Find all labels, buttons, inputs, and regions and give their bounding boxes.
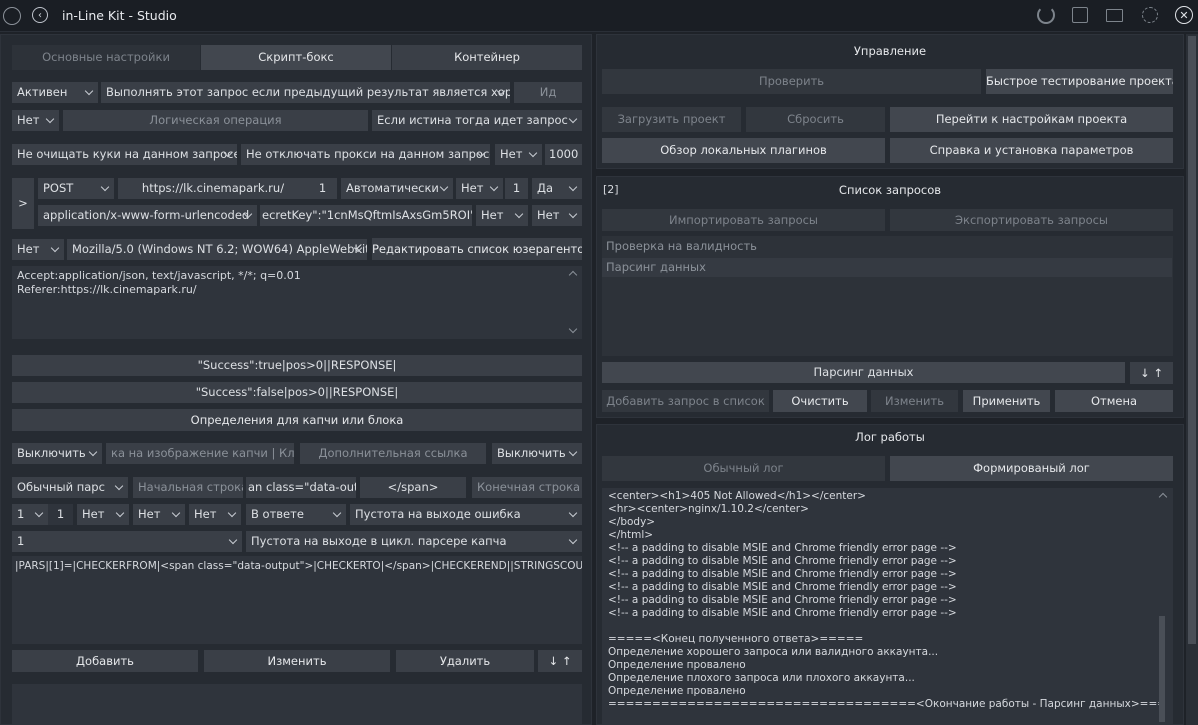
local-plugins-button[interactable]: Обзор локальных плагинов <box>602 138 885 163</box>
end-string-input[interactable]: Конечная строка <box>472 477 582 498</box>
cycle-num-select[interactable]: 1 <box>12 531 242 552</box>
option-no-select-2[interactable]: Нет <box>532 205 582 226</box>
num-input[interactable]: 1 <box>48 504 73 525</box>
delete-button[interactable]: Удалить <box>396 650 534 672</box>
app-title: in-Line Kit - Studio <box>62 8 177 23</box>
opt-no-select-b[interactable]: Нет <box>133 504 185 525</box>
redirect-no-select[interactable]: Нет <box>456 178 503 199</box>
add-button[interactable]: Добавить <box>12 650 198 672</box>
content-type-select[interactable]: application/x-www-form-urlencoded <box>38 205 257 226</box>
pattern-input[interactable]: an class="data-outp <box>246 477 356 498</box>
empty-output-select[interactable]: Пустота на выходе ошибка <box>350 504 582 525</box>
help-button[interactable]: Справка и установка параметров <box>890 138 1173 163</box>
app-logo-icon <box>3 7 21 25</box>
window-scrollbar-thumb[interactable] <box>1188 36 1196 644</box>
reset-button[interactable]: Сбросить <box>746 107 885 132</box>
move-arrows-button[interactable]: ↓ ↑ <box>538 650 582 672</box>
change-button[interactable]: Изменить <box>871 390 958 412</box>
back-icon[interactable]: ‹ <box>32 7 48 23</box>
tab-container[interactable]: Контейнер <box>392 45 582 70</box>
tab-main-settings[interactable]: Основные настройки <box>12 45 200 70</box>
logic-operation-input[interactable]: Логическая операция <box>63 110 368 131</box>
apply-button[interactable]: Применить <box>963 390 1050 412</box>
cancel-button[interactable]: Отмена <box>1055 390 1173 412</box>
edit-button[interactable]: Изменить <box>204 650 390 672</box>
ua-no-select[interactable]: Нет <box>12 239 64 260</box>
captcha-off-select[interactable]: Выключить <box>12 443 102 464</box>
log-scrollbar-thumb[interactable] <box>1159 616 1165 722</box>
cookies-select[interactable]: Не очищать куки на данном запросе <box>12 144 237 165</box>
tab-script-box[interactable]: Скрипт-бокс <box>201 45 391 70</box>
clear-button[interactable]: Очистить <box>773 390 867 412</box>
add-to-list-button[interactable]: Добавить запрос в список <box>602 390 769 412</box>
headers-textarea[interactable]: Accept:application/json, text/javascript… <box>12 266 582 339</box>
project-settings-button[interactable]: Перейти к настройкам проекта <box>890 107 1173 132</box>
export-requests-button[interactable]: Экспортировать запросы <box>890 209 1173 231</box>
expand-button[interactable]: > <box>12 178 34 229</box>
list-item[interactable]: Проверка на валидность <box>602 237 1172 256</box>
end-tag-input[interactable]: </span> <box>360 477 466 498</box>
captcha-key-input[interactable]: ка на изображение капчи | Ключ <box>106 443 294 464</box>
request-move-arrows[interactable]: ↓ ↑ <box>1130 362 1173 384</box>
parse-type-select[interactable]: Обычный парс <box>12 477 128 498</box>
opt-no-select-a[interactable]: Нет <box>77 504 129 525</box>
opt-no-select-c[interactable]: Нет <box>189 504 241 525</box>
close-icon[interactable]: ✕ <box>1175 6 1193 24</box>
edit-useragents-button[interactable]: Редактировать список юзерагентов <box>372 238 582 260</box>
start-string-input[interactable]: Начальная строка <box>133 477 243 498</box>
proxy-no-select[interactable]: Нет <box>495 144 542 165</box>
log-title: Лог работы <box>855 430 925 444</box>
proxy-select[interactable]: Не отключать прокси на данном запросе <box>241 144 490 165</box>
method-select[interactable]: POST <box>38 178 114 199</box>
extra-link-input[interactable]: Дополнительная ссылка <box>300 443 486 464</box>
log-textarea[interactable]: <center><h1>405 Not Allowed</h1></center… <box>602 488 1173 725</box>
folder-icon[interactable] <box>1106 9 1123 22</box>
timeout-input[interactable]: 1000 <box>545 144 582 165</box>
url-num-input[interactable]: 1 <box>308 178 337 199</box>
empty-captcha-select[interactable]: Пустота на выходе в цикл. парсере капча <box>246 531 582 552</box>
check-button[interactable]: Проверить <box>602 69 981 94</box>
good-check-input[interactable]: "Success":true|pos>0||RESPONSE| <box>12 355 582 376</box>
import-requests-button[interactable]: Импортировать запросы <box>602 209 885 231</box>
captcha-off-select-2[interactable]: Выключить <box>492 443 582 464</box>
load-project-button[interactable]: Загрузить проект <box>602 107 741 132</box>
num-select[interactable]: 1 <box>12 504 48 525</box>
tab-normal-log[interactable]: Обычный лог <box>602 456 885 481</box>
tab-formatted-log[interactable]: Формированый лог <box>890 456 1173 481</box>
if-true-select[interactable]: Если истина тогда идет запрос <box>372 110 582 131</box>
useragent-select[interactable]: Mozilla/5.0 (Windows NT 6.2; WOW64) Appl… <box>67 239 367 260</box>
bad-check-input[interactable]: "Success":false|pos>0||RESPONSE| <box>12 382 582 403</box>
request-name-input[interactable]: Парсинг данных <box>602 362 1125 383</box>
quick-test-button[interactable]: Быстрое тестирование проекта <box>986 69 1173 94</box>
control-title: Управление <box>853 44 927 58</box>
save-icon[interactable] <box>1072 7 1088 23</box>
requests-title: Список запросов <box>838 183 942 197</box>
gear-icon[interactable] <box>1142 7 1158 23</box>
option-no-select-1[interactable]: Нет <box>476 205 528 226</box>
status-select[interactable]: Активен <box>12 82 98 103</box>
url-input[interactable]: https://lk.cinemapark.ru/ <box>118 178 308 199</box>
post-body-input[interactable]: ecretKey":"1cnMsQftmIsAxsGm5ROI"},"Cor <box>260 205 472 226</box>
yes-select[interactable]: Да <box>532 178 582 199</box>
captcha-definitions-button[interactable]: Определения для капчи или блока <box>12 409 582 431</box>
in-response-select[interactable]: В ответе <box>246 504 346 525</box>
pars-script-textarea[interactable]: |PARS|[1]=|CHECKERFROM|<span class="data… <box>12 556 582 644</box>
redirect-num-input[interactable]: 1 <box>505 178 528 199</box>
title-bar <box>0 0 1198 32</box>
id-input[interactable]: Ид <box>514 82 582 103</box>
refresh-icon[interactable] <box>1037 6 1055 24</box>
encoding-select[interactable]: Автоматически <box>341 178 453 199</box>
bottom-textarea[interactable] <box>12 684 582 725</box>
list-item[interactable]: Парсинг данных <box>602 258 1172 277</box>
condition-select[interactable]: Выполнять этот запрос если предыдущий ре… <box>101 82 510 103</box>
logic-no-select[interactable]: Нет <box>12 110 59 131</box>
